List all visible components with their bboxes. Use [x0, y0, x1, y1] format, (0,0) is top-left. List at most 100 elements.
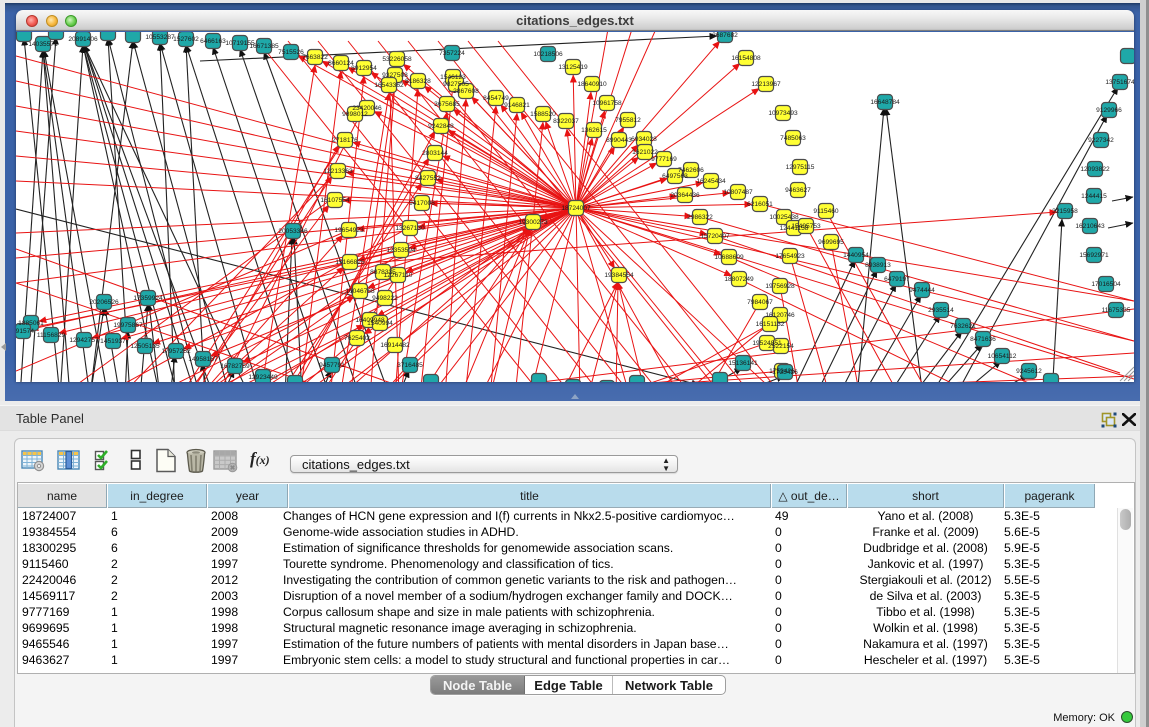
svg-text:1244415: 1244415 [1081, 193, 1107, 200]
svg-text:16245434: 16245434 [696, 178, 726, 185]
svg-text:10688609: 10688609 [714, 254, 744, 261]
svg-text:12505135: 12505135 [130, 343, 160, 350]
svg-text:9417006: 9417006 [409, 200, 435, 207]
svg-text:18724007: 18724007 [561, 205, 591, 212]
svg-text:13267130: 13267130 [395, 225, 425, 232]
svg-text:12093822: 12093822 [1080, 166, 1110, 173]
svg-text:20053346: 20053346 [278, 228, 308, 235]
svg-text:1588520: 1588520 [530, 111, 556, 118]
svg-text:8912954: 8912954 [351, 65, 377, 72]
svg-text:3675685: 3675685 [434, 101, 460, 108]
svg-text:9699695: 9699695 [818, 239, 844, 246]
svg-text:12975115: 12975115 [786, 164, 815, 171]
svg-text:18807249: 18807249 [724, 276, 754, 283]
svg-text:10961758: 10961758 [592, 100, 622, 107]
svg-text:10025438: 10025438 [769, 214, 799, 221]
svg-text:9242848: 9242848 [428, 123, 454, 130]
svg-text:1527602: 1527602 [173, 36, 199, 43]
svg-text:16107554: 16107554 [320, 197, 350, 204]
svg-text:10046768: 10046768 [345, 288, 375, 295]
svg-text:19166825: 19166825 [335, 259, 365, 266]
svg-text:20891406: 20891406 [68, 36, 98, 43]
svg-text:1540994: 1540994 [367, 320, 393, 327]
svg-text:17957252: 17957252 [161, 348, 191, 355]
svg-text:14035571: 14035571 [28, 41, 58, 48]
svg-text:17654923: 17654923 [775, 253, 805, 260]
svg-text:16782759: 16782759 [220, 363, 250, 370]
svg-text:12923449: 12923449 [248, 374, 278, 381]
svg-text:15136141: 15136141 [728, 360, 758, 367]
svg-text:7515526: 7515526 [278, 49, 304, 56]
svg-text:15495753: 15495753 [791, 223, 821, 230]
svg-text:12267110: 12267110 [384, 272, 413, 279]
svg-text:13125419: 13125419 [558, 64, 588, 71]
svg-text:1451937: 1451937 [100, 338, 126, 345]
svg-text:12353594: 12353594 [386, 247, 416, 254]
svg-text:10973493: 10973493 [768, 110, 798, 117]
svg-text:3215958: 3215958 [1052, 208, 1078, 215]
svg-text:9777169: 9777169 [651, 156, 677, 163]
svg-text:15720407: 15720407 [700, 233, 730, 240]
svg-text:2522154: 2522154 [768, 343, 794, 350]
svg-text:20206526: 20206526 [89, 299, 119, 306]
svg-text:9898012: 9898012 [342, 111, 368, 118]
svg-text:8186328: 8186328 [405, 78, 431, 85]
svg-text:12942757: 12942757 [69, 337, 99, 344]
svg-text:2935514: 2935514 [928, 307, 954, 314]
svg-text:13751674: 13751674 [1105, 79, 1134, 86]
svg-text:19654923: 19654923 [334, 227, 364, 234]
svg-text:10807487: 10807487 [723, 189, 753, 196]
svg-text:53226058: 53226058 [382, 56, 412, 63]
svg-text:19384554: 19384554 [604, 272, 634, 279]
svg-text:7485063: 7485063 [780, 135, 806, 142]
svg-text:10654112: 10654112 [988, 353, 1017, 360]
svg-text:1362615: 1362615 [581, 127, 607, 134]
svg-text:7632621: 7632621 [950, 323, 976, 330]
svg-text:2687682: 2687682 [712, 32, 738, 39]
svg-text:3716485: 3716485 [397, 362, 423, 369]
svg-text:8427552: 8427552 [415, 175, 441, 182]
svg-text:18640910: 18640910 [577, 81, 607, 88]
svg-text:12213363: 12213363 [323, 168, 353, 175]
svg-text:9129966: 9129966 [1096, 107, 1122, 114]
svg-text:16154808: 16154808 [731, 55, 761, 62]
svg-text:9245612: 9245612 [1016, 368, 1042, 375]
svg-text:6497563: 6497563 [662, 173, 688, 180]
svg-text:16120746: 16120746 [765, 312, 795, 319]
svg-text:391574: 391574 [16, 328, 34, 335]
svg-text:2986322: 2986322 [687, 214, 713, 221]
svg-text:9498222: 9498222 [372, 295, 398, 302]
svg-text:16648784: 16648784 [870, 99, 900, 106]
svg-text:8454749: 8454749 [483, 95, 509, 102]
svg-text:1733426: 1733426 [772, 369, 798, 376]
svg-text:16914482: 16914482 [380, 342, 410, 349]
svg-text:16210643: 16210643 [1075, 223, 1105, 230]
svg-text:19300273: 19300273 [518, 219, 548, 226]
svg-text:11675335: 11675335 [1102, 307, 1131, 314]
svg-text:9457791: 9457791 [319, 362, 345, 369]
svg-text:8322037: 8322037 [553, 118, 579, 125]
svg-text:7625402: 7625402 [344, 335, 370, 342]
svg-text:6479197: 6479197 [884, 276, 910, 283]
svg-text:9463627: 9463627 [785, 187, 811, 194]
svg-text:16543362: 16543362 [374, 82, 404, 89]
svg-text:7663822: 7663822 [302, 54, 328, 61]
svg-text:11156829: 11156829 [37, 332, 66, 339]
svg-text:8990443: 8990443 [606, 137, 632, 144]
svg-text:17016504: 17016504 [1091, 281, 1121, 288]
svg-text:1546123: 1546123 [440, 74, 466, 81]
svg-text:20364436: 20364436 [670, 192, 700, 199]
svg-text:2718176: 2718176 [332, 137, 358, 144]
svg-text:19975867: 19975867 [113, 322, 143, 329]
svg-text:7357224: 7357224 [439, 50, 465, 57]
svg-text:1440954: 1440954 [843, 252, 869, 259]
svg-text:9327505: 9327505 [443, 81, 469, 88]
svg-text:16671385: 16671385 [249, 43, 279, 50]
svg-text:6216051: 6216051 [747, 201, 773, 208]
svg-text:9146821: 9146821 [504, 102, 530, 109]
svg-text:1621022: 1621022 [632, 149, 658, 156]
svg-text:10218506: 10218506 [533, 51, 563, 58]
svg-text:17359924: 17359924 [133, 295, 163, 302]
svg-text:2867608: 2867608 [453, 88, 479, 95]
svg-text:12213967: 12213967 [751, 81, 781, 88]
